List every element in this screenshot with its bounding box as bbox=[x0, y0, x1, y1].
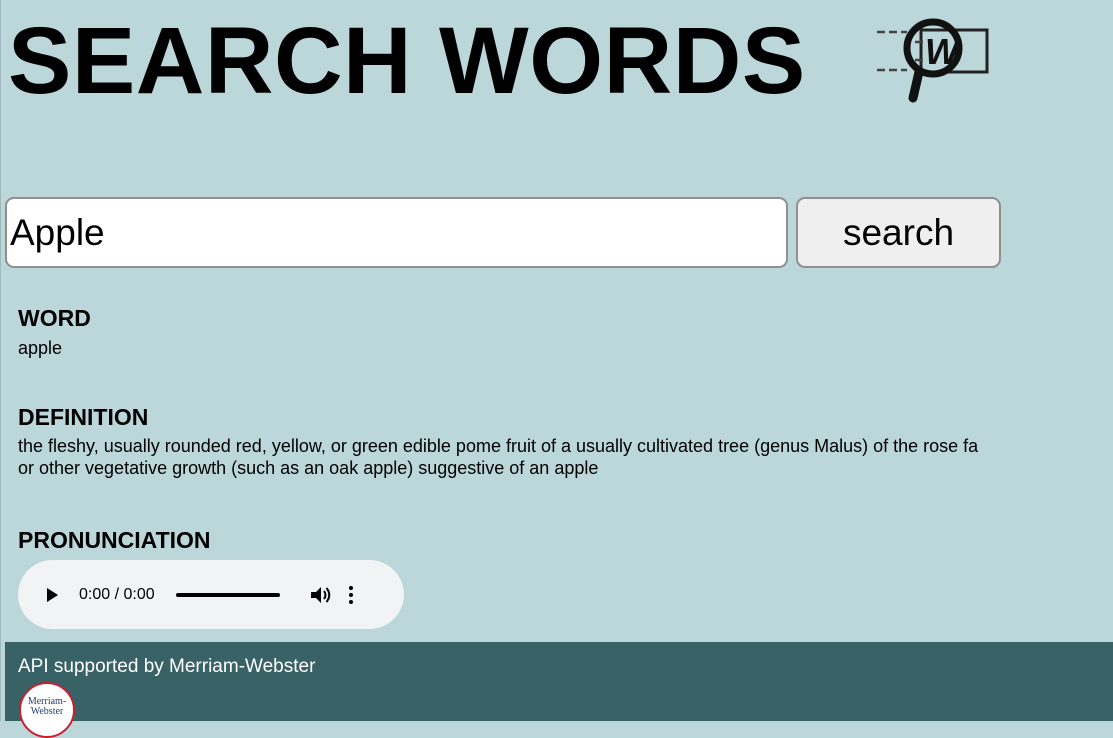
footer: API supported by Merriam-Webster Merriam… bbox=[5, 642, 1113, 738]
magnifier-w-logo-icon: W bbox=[877, 18, 989, 103]
audio-player: 0:00 / 0:00 bbox=[18, 560, 404, 629]
app-header: SEARCH WORDS bbox=[8, 14, 806, 124]
word-value: apple bbox=[18, 338, 63, 358]
speed-lines bbox=[877, 30, 907, 72]
search-input[interactable] bbox=[5, 197, 788, 268]
logo-letter: W bbox=[925, 31, 962, 72]
audio-time: 0:00 / 0:00 bbox=[79, 585, 155, 603]
definition-line: or other vegetative growth (such as an o… bbox=[18, 458, 599, 478]
merriam-webster-logo[interactable]: Merriam- Webster bbox=[19, 682, 75, 738]
volume-icon[interactable] bbox=[310, 585, 332, 605]
word-section: WORD apple bbox=[18, 304, 1113, 359]
search-form: search bbox=[5, 197, 1001, 268]
play-icon[interactable] bbox=[47, 587, 58, 602]
mw-logo-line: Webster bbox=[30, 706, 64, 717]
magnifier-handle bbox=[908, 67, 924, 103]
pronunciation-section: PRONUNCIATION bbox=[18, 526, 1113, 554]
definition-section: DEFINITION the fleshy, usually rounded r… bbox=[18, 403, 1113, 479]
word-heading: WORD bbox=[18, 305, 91, 331]
app-title: SEARCH WORDS bbox=[8, 8, 806, 114]
search-button[interactable]: search bbox=[796, 197, 1001, 268]
definition-heading: DEFINITION bbox=[18, 404, 149, 430]
footer-credit: API supported by Merriam-Webster bbox=[18, 656, 316, 677]
audio-progress-bar[interactable] bbox=[175, 592, 280, 597]
page-edge bbox=[0, 0, 1, 721]
definition-line: the fleshy, usually rounded red, yellow,… bbox=[18, 436, 979, 456]
more-options-icon[interactable] bbox=[348, 585, 354, 605]
pronunciation-heading: PRONUNCIATION bbox=[18, 527, 211, 553]
